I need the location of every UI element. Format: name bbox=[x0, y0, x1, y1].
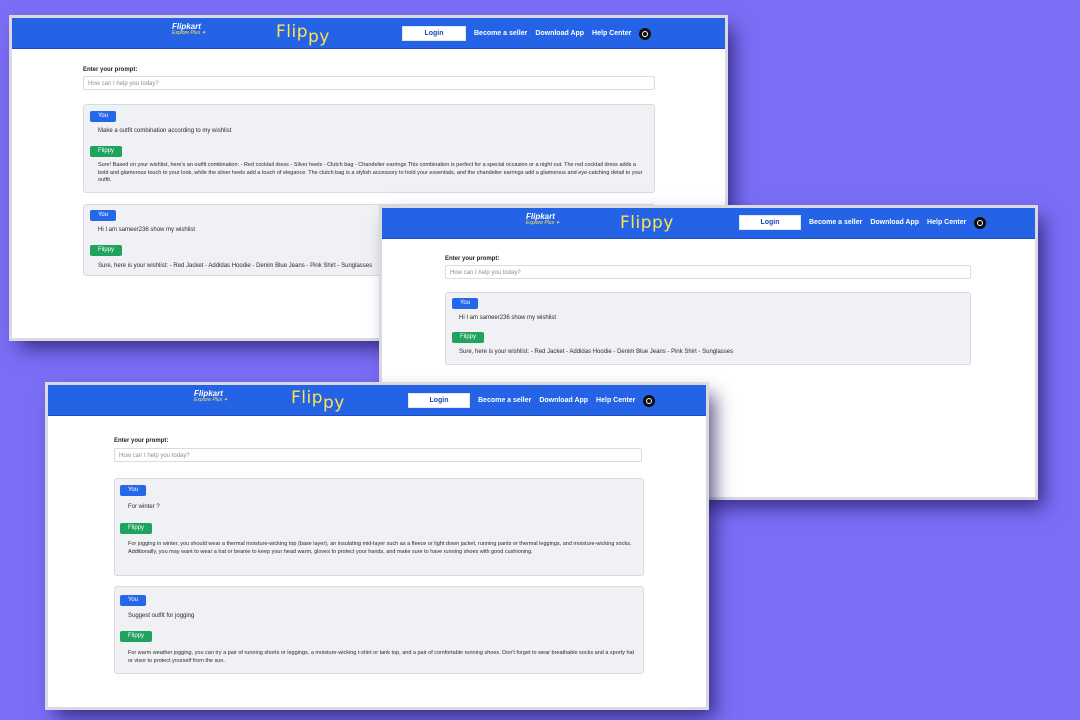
login-button[interactable]: Login bbox=[402, 26, 466, 41]
bot-badge: Flippy bbox=[90, 245, 122, 256]
user-message: For winter ? bbox=[128, 504, 160, 510]
prompt-label: Enter your prompt: bbox=[445, 256, 500, 262]
help-center-link[interactable]: Help Center bbox=[927, 219, 966, 226]
conversation-card: You For winter ? Flippy For jogging in w… bbox=[114, 478, 644, 576]
help-center-link[interactable]: Help Center bbox=[592, 30, 631, 37]
user-badge: You bbox=[452, 298, 478, 309]
bot-message: For jogging in winter, you should wear a… bbox=[128, 541, 632, 555]
logo-subtext: Explore Plus ✦ bbox=[526, 220, 560, 226]
become-seller-link[interactable]: Become a seller bbox=[478, 397, 531, 404]
bot-badge: Flippy bbox=[120, 523, 152, 534]
prompt-input[interactable]: How can I help you today? bbox=[114, 448, 642, 462]
brand-part1: Flip bbox=[620, 213, 653, 233]
bot-badge: Flippy bbox=[452, 332, 484, 343]
bot-message: Sure! Based on your wishlist, here's an … bbox=[98, 162, 643, 183]
prompt-label: Enter your prompt: bbox=[83, 67, 138, 73]
user-message: Make a outfit combination according to m… bbox=[98, 128, 232, 134]
login-button[interactable]: Login bbox=[739, 215, 801, 230]
bot-badge: Flippy bbox=[120, 631, 152, 642]
flipkart-logo[interactable]: Flipkart Explore Plus ✦ bbox=[526, 213, 560, 226]
help-center-link[interactable]: Help Center bbox=[596, 397, 635, 404]
github-icon[interactable] bbox=[639, 27, 652, 40]
navbar: Flipkart Explore Plus ✦ Flippy Login Bec… bbox=[12, 18, 725, 49]
bot-badge: Flippy bbox=[90, 146, 122, 157]
github-icon[interactable] bbox=[974, 216, 987, 229]
flipkart-logo[interactable]: Flipkart Explore Plus ✦ bbox=[194, 390, 228, 403]
user-badge: You bbox=[90, 210, 116, 221]
logo-subtext: Explore Plus ✦ bbox=[172, 30, 206, 36]
prompt-label: Enter your prompt: bbox=[114, 438, 169, 444]
navbar: Flipkart Explore Plus ✦ Flippy Login Bec… bbox=[382, 208, 1035, 239]
user-badge: You bbox=[120, 485, 146, 496]
logo-subtext: Explore Plus ✦ bbox=[194, 397, 228, 403]
bot-message: For warm weather jogging, you can try a … bbox=[128, 650, 635, 664]
brand-part2: py bbox=[323, 393, 345, 413]
screenshot-3: Flipkart Explore Plus ✦ Flippy Login Bec… bbox=[48, 385, 706, 707]
user-message: Hi I am sameer236 show my wishlist bbox=[459, 315, 557, 321]
navbar: Flipkart Explore Plus ✦ Flippy Login Bec… bbox=[48, 385, 706, 416]
user-message: Suggest outfit for jogging bbox=[128, 613, 195, 619]
conversation-card: You Make a outfit combination according … bbox=[83, 104, 655, 193]
download-app-link[interactable]: Download App bbox=[870, 219, 919, 226]
brand-part2: py bbox=[652, 213, 674, 233]
become-seller-link[interactable]: Become a seller bbox=[474, 30, 527, 37]
brand-title: Flippy bbox=[291, 388, 345, 413]
nav-links: Login Become a seller Download App Help … bbox=[402, 26, 652, 41]
conversation-card: You Suggest outfit for jogging Flippy Fo… bbox=[114, 586, 644, 674]
download-app-link[interactable]: Download App bbox=[539, 397, 588, 404]
user-badge: You bbox=[120, 595, 146, 606]
prompt-input[interactable]: How can I help you today? bbox=[83, 76, 655, 90]
login-button[interactable]: Login bbox=[408, 393, 470, 408]
nav-links: Login Become a seller Download App Help … bbox=[739, 215, 987, 230]
brand-part1: Flip bbox=[276, 22, 309, 42]
brand-title: Flippy bbox=[276, 22, 330, 47]
become-seller-link[interactable]: Become a seller bbox=[809, 219, 862, 226]
prompt-input[interactable]: How can I help you today? bbox=[445, 265, 971, 279]
user-badge: You bbox=[90, 111, 116, 122]
download-app-link[interactable]: Download App bbox=[535, 30, 584, 37]
brand-title: Flippy bbox=[620, 213, 674, 233]
bot-message: Sure, here is your wishlist: - Red Jacke… bbox=[459, 349, 734, 355]
conversation-card: You Hi I am sameer236 show my wishlist F… bbox=[445, 292, 971, 365]
brand-part2: py bbox=[308, 27, 330, 47]
nav-links: Login Become a seller Download App Help … bbox=[408, 393, 656, 408]
github-icon[interactable] bbox=[643, 394, 656, 407]
flipkart-logo[interactable]: Flipkart Explore Plus ✦ bbox=[172, 23, 206, 36]
brand-part1: Flip bbox=[291, 388, 324, 408]
